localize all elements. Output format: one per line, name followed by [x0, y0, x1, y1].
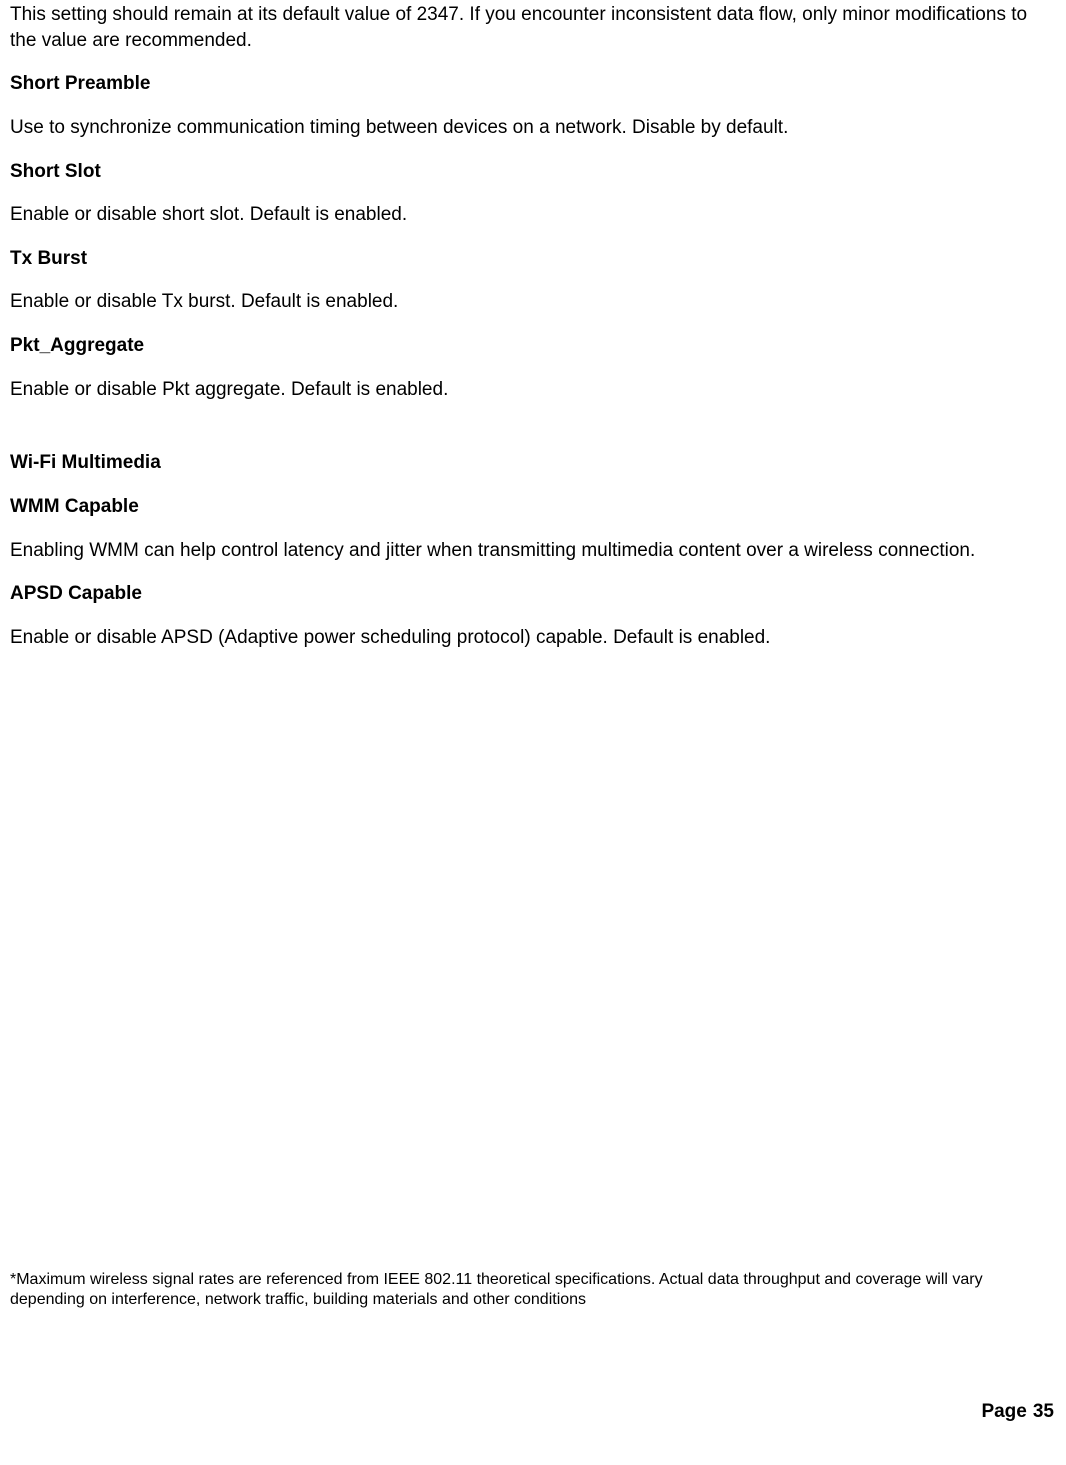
body-short-slot: Enable or disable short slot. Default is… — [10, 202, 1056, 228]
page-label: Page — [981, 1401, 1026, 1422]
heading-short-slot: Short Slot — [10, 159, 1056, 185]
body-wmm-capable: Enabling WMM can help control latency an… — [10, 538, 1056, 564]
heading-pkt-aggregate: Pkt_Aggregate — [10, 333, 1056, 359]
intro-paragraph: This setting should remain at its defaul… — [10, 2, 1056, 53]
document-body: This setting should remain at its defaul… — [10, 0, 1056, 651]
page-number: Page 35 — [981, 1399, 1054, 1425]
footnote-text: *Maximum wireless signal rates are refer… — [10, 1270, 1056, 1310]
body-short-preamble: Use to synchronize communication timing … — [10, 115, 1056, 141]
heading-apsd-capable: APSD Capable — [10, 581, 1056, 607]
body-apsd-capable: Enable or disable APSD (Adaptive power s… — [10, 625, 1056, 651]
heading-short-preamble: Short Preamble — [10, 71, 1056, 97]
page-number-value: 35 — [1033, 1401, 1054, 1422]
body-pkt-aggregate: Enable or disable Pkt aggregate. Default… — [10, 377, 1056, 403]
body-tx-burst: Enable or disable Tx burst. Default is e… — [10, 289, 1056, 315]
heading-wifi-multimedia: Wi-Fi Multimedia — [10, 450, 1056, 476]
heading-wmm-capable: WMM Capable — [10, 494, 1056, 520]
section-gap — [10, 420, 1056, 450]
heading-tx-burst: Tx Burst — [10, 246, 1056, 272]
